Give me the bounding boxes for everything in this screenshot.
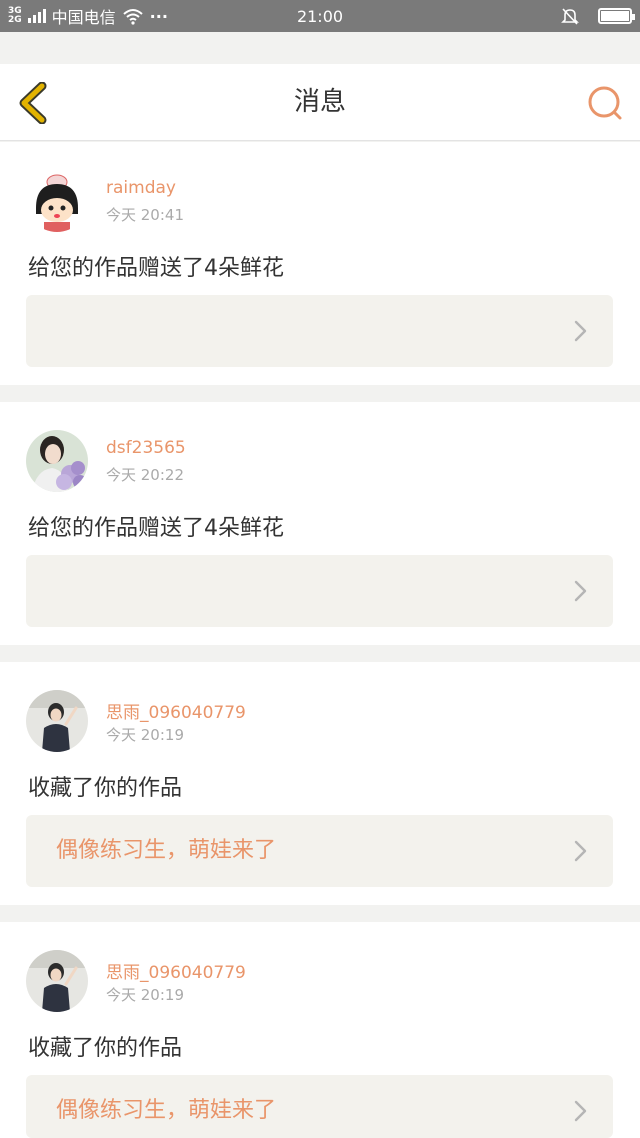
- message-time: 今天 20:41: [106, 206, 184, 224]
- user-avatar[interactable]: [26, 690, 88, 752]
- message-time: 今天 20:19: [106, 726, 184, 744]
- work-link[interactable]: [26, 555, 613, 627]
- status-bar: 3G 2G 中国电信 ··· 21:00: [0, 0, 640, 32]
- user-avatar[interactable]: [26, 170, 88, 232]
- user-avatar[interactable]: [26, 430, 88, 492]
- work-title: 偶像练习生，萌娃来了: [56, 1098, 277, 1123]
- signal-icon: [27, 9, 46, 23]
- cartoon-girl-avatar-image: [26, 170, 88, 232]
- girl-photo-avatar-image: [26, 950, 88, 1012]
- work-link[interactable]: 偶像练习生，萌娃来了: [26, 815, 613, 887]
- message-time: 今天 20:22: [106, 466, 184, 484]
- chevron-right-icon: [574, 1100, 587, 1122]
- username[interactable]: raimday: [106, 178, 176, 198]
- message-item[interactable]: dsf23565 今天 20:22 给您的作品赠送了4朵鲜花: [0, 402, 640, 645]
- page-title: 消息: [293, 87, 346, 117]
- message-item[interactable]: raimday 今天 20:41 给您的作品赠送了4朵鲜花: [0, 142, 640, 385]
- top-nav-bar: 消息: [0, 64, 640, 141]
- message-text: 收藏了你的作品: [28, 776, 183, 801]
- woman-with-flowers-avatar-image: [26, 430, 88, 492]
- message-text: 收藏了你的作品: [28, 1036, 183, 1061]
- chevron-right-icon: [574, 580, 587, 602]
- more-indicator: ···: [149, 6, 168, 26]
- chevron-right-icon: [574, 320, 587, 342]
- work-link[interactable]: 偶像练习生，萌娃来了: [26, 1075, 613, 1138]
- message-item[interactable]: 思雨_096040779 今天 20:19 收藏了你的作品 偶像练习生，萌娃来了: [0, 662, 640, 905]
- work-title: 偶像练习生，萌娃来了: [56, 838, 277, 863]
- carrier-name: 中国电信: [51, 8, 116, 27]
- message-text: 给您的作品赠送了4朵鲜花: [28, 516, 284, 541]
- battery-icon: [598, 8, 635, 24]
- girl-photo-avatar-image: [26, 690, 88, 752]
- work-link[interactable]: [26, 295, 613, 367]
- bell-muted-icon: [561, 8, 579, 25]
- message-text: 给您的作品赠送了4朵鲜花: [28, 256, 284, 281]
- network-type-bottom: 2G: [8, 15, 22, 25]
- message-time: 今天 20:19: [106, 986, 184, 1004]
- network-type: 3G 2G: [8, 7, 22, 25]
- wifi-icon: [123, 9, 143, 25]
- message-item[interactable]: 思雨_096040779 今天 20:19 收藏了你的作品 偶像练习生，萌娃来了: [0, 922, 640, 1138]
- search-icon[interactable]: [586, 84, 624, 122]
- username[interactable]: 思雨_096040779: [106, 698, 246, 723]
- chevron-right-icon: [574, 840, 587, 862]
- user-avatar[interactable]: [26, 950, 88, 1012]
- username[interactable]: 思雨_096040779: [106, 958, 246, 983]
- username[interactable]: dsf23565: [106, 438, 186, 458]
